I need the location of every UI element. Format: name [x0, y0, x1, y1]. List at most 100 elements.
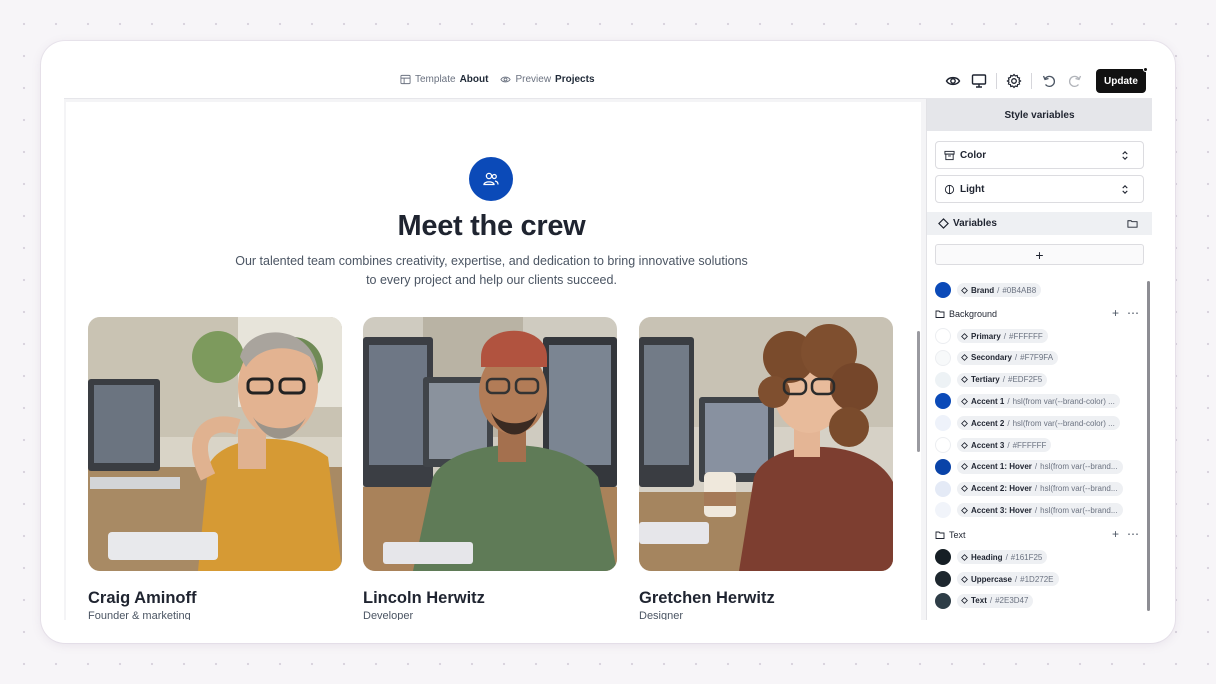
- variable-row[interactable]: Accent 2: Hover / hsl(from var(--brand...: [935, 479, 1123, 499]
- panel-scrollbar[interactable]: [1147, 281, 1150, 611]
- team-member-name: Gretchen Herwitz: [639, 589, 775, 607]
- preview-selector[interactable]: Preview Projects: [500, 74, 595, 85]
- variable-value-prefix: /: [1007, 396, 1010, 406]
- variable-value-prefix: /: [1007, 440, 1010, 450]
- update-button[interactable]: Update: [1096, 67, 1148, 93]
- color-swatch[interactable]: [935, 415, 951, 432]
- color-select[interactable]: Color: [935, 141, 1144, 169]
- variable-chip[interactable]: Accent 2: Hover / hsl(from var(--brand...: [957, 481, 1123, 496]
- variable-chip[interactable]: Primary / #FFFFFF: [957, 329, 1048, 343]
- team-photo: [639, 317, 893, 571]
- variable-chip[interactable]: Brand / #0B4AB8: [957, 283, 1042, 297]
- team-member-role: Developer: [363, 610, 414, 620]
- variable-row[interactable]: Text / #2E3D47: [935, 591, 1034, 611]
- variable-row[interactable]: Uppercase / #1D272E: [935, 569, 1059, 589]
- variable-row[interactable]: Heading / #161F25: [935, 547, 1048, 567]
- undo-button[interactable]: [1036, 69, 1062, 93]
- color-swatch[interactable]: [935, 458, 951, 475]
- add-variable-icon[interactable]: +: [1112, 527, 1119, 541]
- color-swatch[interactable]: [935, 480, 951, 497]
- folder-icon[interactable]: [1127, 218, 1138, 229]
- color-swatch[interactable]: [935, 349, 951, 366]
- toolbar-actions: Update: [940, 67, 1148, 93]
- team-photo: [363, 317, 617, 571]
- color-swatch[interactable]: [935, 393, 951, 410]
- color-swatch[interactable]: [935, 571, 951, 587]
- add-variable-icon[interactable]: +: [1112, 306, 1119, 320]
- team-card[interactable]: Craig Aminoff Founder & marketing: [88, 317, 342, 620]
- variable-value: #1D272E: [1020, 574, 1054, 584]
- variable-value: #161F25: [1010, 552, 1043, 562]
- more-options-icon[interactable]: ⋯: [1127, 527, 1139, 541]
- template-selector[interactable]: Template About: [400, 74, 488, 85]
- variable-row[interactable]: Accent 1/hsl(from var(--brand-color) ...: [935, 391, 1120, 411]
- team-card[interactable]: Gretchen Herwitz Designer: [639, 317, 893, 620]
- variable-value-prefix: /: [1034, 505, 1038, 515]
- variable-row[interactable]: Primary / #FFFFFF: [935, 326, 1048, 346]
- variable-value-prefix: /: [1003, 331, 1007, 341]
- variable-diamond-icon: [938, 218, 949, 229]
- contrast-icon: [944, 184, 955, 194]
- team-card[interactable]: Lincoln Herwitz Developer: [363, 317, 617, 620]
- variable-name: Primary: [971, 331, 1001, 341]
- team-member-role: Founder & marketing: [88, 610, 191, 620]
- variable-row[interactable]: Accent 3: Hover / hsl(from var(--brand...: [935, 500, 1123, 520]
- page-canvas[interactable]: Meet the crew Our talented team combines…: [66, 102, 921, 620]
- variable-diamond-icon: [961, 553, 968, 561]
- person-photo-illustration: [363, 317, 617, 571]
- variable-name: Accent 2: Hover: [971, 484, 1032, 494]
- variable-row[interactable]: Accent 3/#FFFFFF: [935, 435, 1052, 455]
- variable-chip[interactable]: Accent 3/#FFFFFF: [957, 438, 1052, 452]
- add-variable-button[interactable]: +: [935, 244, 1144, 265]
- color-swatch[interactable]: [935, 328, 951, 344]
- variables-list: Brand / #0B4AB8 Background + ⋯ Primary / #FFFFFF…: [927, 277, 1147, 620]
- color-swatch[interactable]: [935, 592, 951, 609]
- variable-group-name: Background: [949, 309, 998, 319]
- variable-value: #EDF2F5: [1008, 375, 1043, 385]
- person-photo-illustration: [88, 317, 342, 571]
- variables-header: Variables: [927, 212, 1152, 235]
- variable-chip[interactable]: Text / #2E3D47: [957, 593, 1034, 608]
- variable-chip[interactable]: Heading / #161F25: [957, 550, 1048, 565]
- color-swatch[interactable]: [935, 282, 951, 298]
- variable-chip[interactable]: Accent 3: Hover / hsl(from var(--brand...: [957, 503, 1123, 518]
- variable-group-header[interactable]: Text + ⋯: [935, 527, 1141, 543]
- preview-button[interactable]: [940, 69, 966, 93]
- variable-name: Tertiary: [971, 375, 1000, 385]
- variable-chip[interactable]: Secondary / #F7F9FA: [957, 350, 1059, 365]
- variable-value: hsl(from var(--brand...: [1040, 505, 1118, 515]
- variable-row[interactable]: Brand / #0B4AB8: [935, 280, 1042, 300]
- variable-row[interactable]: Secondary / #F7F9FA: [935, 348, 1059, 368]
- variable-chip[interactable]: Tertiary / #EDF2F5: [957, 372, 1048, 387]
- unsaved-indicator: [1143, 67, 1148, 72]
- monitor-icon: [971, 74, 987, 88]
- color-swatch[interactable]: [935, 502, 951, 519]
- variable-row[interactable]: Tertiary / #EDF2F5: [935, 370, 1048, 390]
- settings-button[interactable]: [1001, 69, 1027, 93]
- color-swatch[interactable]: [935, 371, 951, 388]
- variable-diamond-icon: [961, 597, 968, 605]
- style-variables-panel: Style variables Color Light Variables + …: [926, 99, 1152, 620]
- variable-chip[interactable]: Accent 1: Hover / hsl(from var(--brand...: [957, 459, 1123, 474]
- variable-value: #0B4AB8: [1002, 285, 1037, 295]
- variable-chip[interactable]: Accent 1/hsl(from var(--brand-color) ...: [957, 394, 1120, 409]
- more-options-icon[interactable]: ⋯: [1127, 306, 1139, 320]
- variable-row[interactable]: Accent 2/hsl(from var(--brand-color) ...: [935, 413, 1120, 433]
- device-button[interactable]: [966, 69, 992, 93]
- redo-button[interactable]: [1062, 69, 1088, 93]
- canvas-scrollbar[interactable]: [917, 331, 920, 452]
- color-swatch[interactable]: [935, 549, 951, 566]
- variable-value-prefix: /: [1034, 462, 1038, 472]
- variable-value-prefix: /: [1007, 418, 1010, 428]
- variable-diamond-icon: [961, 441, 968, 449]
- variable-chip[interactable]: Accent 2/hsl(from var(--brand-color) ...: [957, 416, 1120, 431]
- variable-row[interactable]: Accent 1: Hover / hsl(from var(--brand...: [935, 457, 1123, 477]
- variable-chip[interactable]: Uppercase / #1D272E: [957, 572, 1059, 586]
- variable-name: Accent 1: [971, 396, 1005, 406]
- variable-group-header[interactable]: Background + ⋯: [935, 306, 1141, 322]
- variable-value-prefix: /: [997, 285, 1000, 295]
- template-label: Template: [415, 74, 456, 85]
- mode-select[interactable]: Light: [935, 175, 1144, 203]
- variable-name: Secondary: [971, 353, 1012, 363]
- color-swatch[interactable]: [935, 437, 951, 453]
